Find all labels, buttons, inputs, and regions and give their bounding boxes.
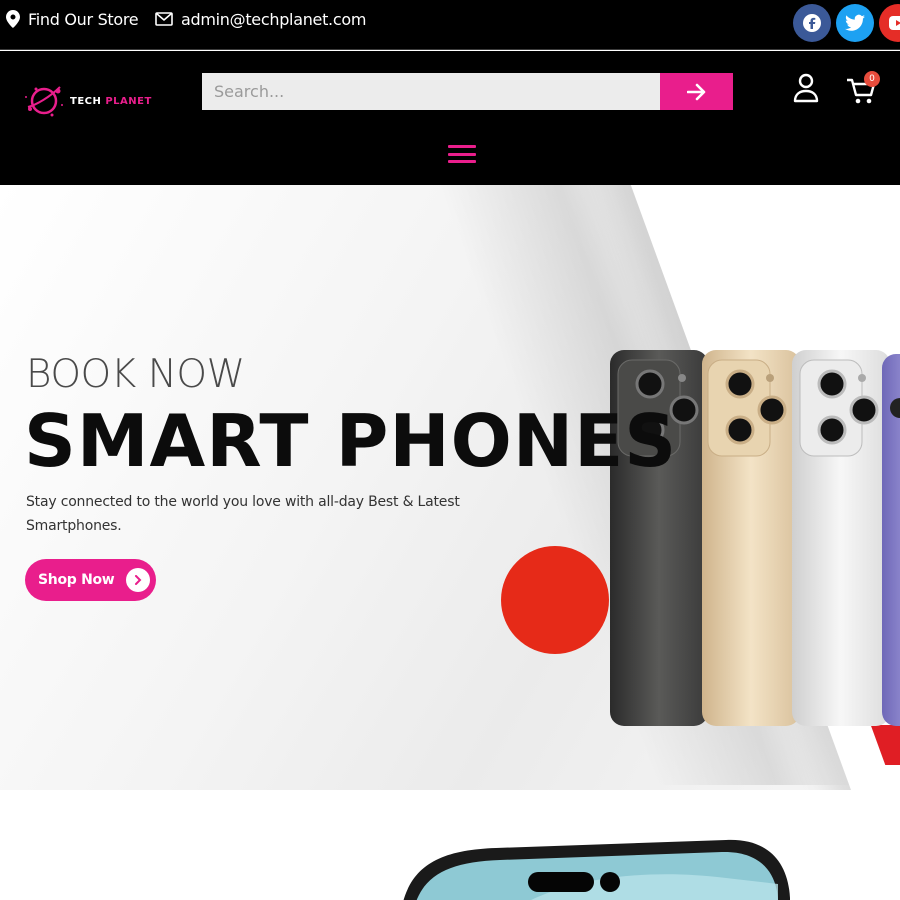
youtube-icon [889, 16, 900, 30]
chevron-right-circle-icon [126, 568, 151, 592]
logo-text-planet: PLANET [105, 95, 152, 107]
find-store-label: Find Our Store [28, 9, 139, 29]
logo-text: TECH PLANET [70, 96, 152, 107]
menu-line [448, 145, 476, 148]
hero-kicker: BOOK NOW [26, 352, 245, 397]
cart-count-badge: 0 [864, 71, 880, 87]
twitter-button[interactable] [836, 4, 874, 42]
hero-title: SMART PHONES [24, 399, 678, 483]
top-bar: Find Our Store admin@techplanet.com [0, 0, 900, 50]
account-button[interactable] [792, 73, 820, 105]
location-pin-icon [6, 10, 20, 28]
logo-text-tech: TECH [70, 95, 106, 107]
hamburger-menu-button[interactable] [448, 143, 476, 165]
envelope-icon [155, 12, 173, 26]
email-address: admin@techplanet.com [181, 9, 367, 29]
find-store-link[interactable]: Find Our Store [6, 0, 139, 38]
menu-line [448, 152, 476, 156]
search-input[interactable] [202, 73, 660, 110]
planet-logo-icon [25, 86, 63, 117]
facebook-button[interactable] [793, 4, 831, 42]
email-link[interactable]: admin@techplanet.com [155, 0, 366, 38]
user-icon [793, 73, 819, 103]
shop-now-button[interactable]: Shop Now [25, 559, 156, 601]
hero-banner: BOOK NOW SMART PHONES Stay connected to … [0, 185, 900, 790]
facebook-icon [803, 14, 821, 32]
twitter-icon [845, 14, 865, 31]
red-circle-decoration [501, 546, 609, 654]
youtube-button[interactable] [879, 4, 900, 42]
arrow-right-icon [686, 83, 705, 100]
search-button[interactable] [660, 73, 733, 110]
site-logo[interactable]: TECH PLANET [22, 81, 152, 121]
hero-description: Stay connected to the world you love wit… [26, 494, 460, 534]
menu-line [448, 160, 476, 163]
main-header: TECH PLANET 0 [0, 51, 900, 185]
featured-phone-image [403, 839, 790, 900]
shop-now-label: Shop Now [38, 572, 115, 588]
